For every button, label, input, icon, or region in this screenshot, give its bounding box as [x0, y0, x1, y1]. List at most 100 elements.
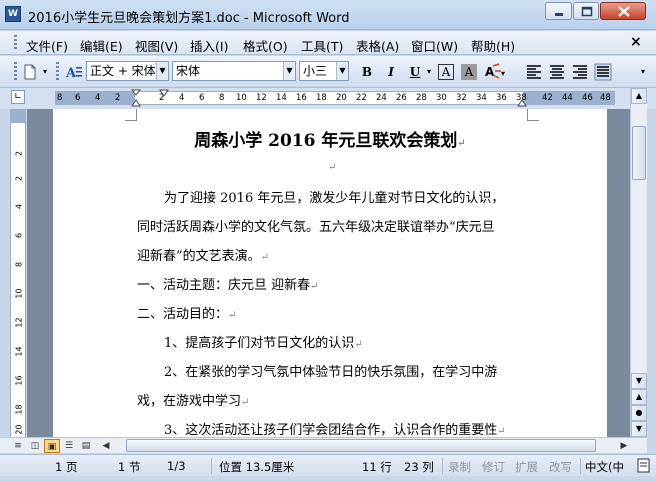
- ruler-tick-label: 24: [376, 93, 387, 103]
- first-line-indent-marker-icon[interactable]: [159, 89, 171, 99]
- menu-bar: 文件(F) 编辑(E) 视图(V) 插入(I) 格式(O) 工具(T) 表格(A…: [0, 31, 656, 55]
- ruler-tick-label: 14: [276, 93, 287, 103]
- menubar-grip[interactable]: [14, 35, 17, 51]
- ruler-tick-label: 28: [416, 93, 427, 103]
- style-value: 正文 + 宋体: [90, 64, 156, 78]
- ruler-tick-label: 6: [14, 232, 24, 239]
- chevron-down-icon[interactable]: ▼: [336, 62, 348, 80]
- status-language[interactable]: 中文(中: [585, 459, 624, 475]
- underline-options-chevron-icon[interactable]: ▾: [424, 62, 434, 82]
- scroll-down-button[interactable]: ▼: [631, 373, 647, 389]
- ruler-tick-label: 8: [219, 93, 225, 103]
- character-border-button[interactable]: A: [438, 64, 454, 80]
- horizontal-scroll-thumb[interactable]: [126, 439, 596, 452]
- ruler-tick-label: 46: [582, 93, 593, 103]
- ruler-tick-label: 8: [14, 261, 24, 268]
- scroll-up-button[interactable]: ▲: [631, 88, 647, 104]
- style-combo[interactable]: 正文 + 宋体 ▼: [86, 61, 169, 81]
- toolbar-grip-2[interactable]: [56, 62, 59, 82]
- styles-and-formatting-icon: A: [65, 66, 82, 81]
- browse-object-button[interactable]: ●: [631, 405, 647, 421]
- underline-button[interactable]: U: [405, 62, 425, 82]
- close-window-button[interactable]: [600, 2, 646, 20]
- title-bar: W 2016小学生元旦晚会策划方案1.doc - Microsoft Word: [0, 0, 656, 30]
- previous-page-button[interactable]: ▲: [631, 389, 647, 405]
- italic-button[interactable]: I: [381, 62, 401, 82]
- minimize-button[interactable]: [545, 2, 572, 20]
- ruler-tick-label: 12: [256, 93, 267, 103]
- outline-view-icon[interactable]: ☰: [61, 439, 77, 453]
- left-indent-marker-icon[interactable]: [131, 89, 143, 107]
- paragraph-line: 1、提高孩子们对节日文化的认识↵: [164, 336, 363, 351]
- ruler-tick-label: 22: [356, 93, 367, 103]
- vertical-scrollbar[interactable]: ▲ ▼ ▲ ● ▼: [630, 88, 647, 437]
- tab-selector[interactable]: ∟: [11, 90, 25, 104]
- right-indent-marker-icon[interactable]: [517, 95, 529, 107]
- menu-edit[interactable]: 编辑(E): [80, 36, 123, 55]
- maximize-button[interactable]: [573, 2, 599, 20]
- menu-file[interactable]: 文件(F): [26, 36, 68, 55]
- svg-text:▾: ▾: [501, 69, 505, 78]
- toolbar-options-chevron-icon[interactable]: ▾: [636, 62, 650, 82]
- menu-tools[interactable]: 工具(T): [301, 36, 343, 55]
- ruler-tick-label: 20: [14, 424, 24, 435]
- align-center-icon: [550, 65, 564, 79]
- document-page[interactable]: 周森小学 2016 年元旦联欢会策划↵ ↵ 为了迎接 2016 年元旦，激发少年…: [53, 109, 607, 437]
- styles-pane-icon[interactable]: A: [64, 62, 84, 82]
- normal-view-icon[interactable]: ≡: [10, 439, 26, 453]
- new-document-button[interactable]: [20, 62, 40, 82]
- status-record-macro[interactable]: 录制: [448, 459, 471, 475]
- horizontal-ruler[interactable]: 8 6 4 2 2 4 6 8 10 12 14 16 18 20 22 24 …: [55, 89, 615, 107]
- align-left-button[interactable]: [524, 62, 544, 82]
- word-app-icon[interactable]: W: [5, 6, 21, 22]
- bold-button[interactable]: B: [357, 62, 377, 82]
- text-effects-icon: A ▾: [485, 63, 505, 79]
- justify-icon: [594, 63, 612, 81]
- ruler-tick-label: 16: [14, 375, 24, 386]
- ruler-tick-label: 4: [14, 203, 24, 210]
- align-right-icon: [573, 65, 587, 79]
- align-center-button[interactable]: [547, 62, 567, 82]
- paragraph-line: 二、活动目的：↵: [137, 307, 237, 322]
- menu-view[interactable]: 视图(V): [135, 36, 178, 55]
- menu-table[interactable]: 表格(A): [356, 36, 399, 55]
- print-layout-icon[interactable]: ▣: [44, 439, 60, 453]
- document-area[interactable]: 周森小学 2016 年元旦联欢会策划↵ ↵ 为了迎接 2016 年元旦，激发少年…: [27, 109, 630, 437]
- paragraph-line: 3、这次活动还让孩子们学会团结合作，认识合作的重要性↵: [164, 423, 506, 437]
- margin-corner-mark: [527, 109, 539, 121]
- toolbar-overflow-chevron-icon[interactable]: ▾: [40, 62, 50, 82]
- status-track-changes[interactable]: 修订: [482, 459, 505, 475]
- text-effects-button[interactable]: A ▾: [483, 62, 509, 82]
- ruler-tick-label: 6: [199, 93, 205, 103]
- svg-text:A: A: [65, 66, 77, 81]
- vertical-scroll-thumb[interactable]: [632, 126, 646, 180]
- menu-insert[interactable]: 插入(I): [190, 36, 228, 55]
- font-size-combo[interactable]: 小三 ▼: [299, 61, 349, 81]
- font-combo[interactable]: 宋体 ▼: [172, 61, 296, 81]
- status-overtype[interactable]: 改写: [549, 459, 572, 475]
- chevron-down-icon[interactable]: ▼: [283, 62, 295, 80]
- maximize-icon: [581, 6, 593, 17]
- menu-window[interactable]: 窗口(W): [411, 36, 458, 55]
- next-page-button[interactable]: ▼: [631, 421, 647, 437]
- menu-format[interactable]: 格式(O): [243, 36, 288, 55]
- ruler-tick-label: 30: [436, 93, 447, 103]
- web-layout-icon[interactable]: ◫: [27, 439, 43, 453]
- justify-button[interactable]: [593, 62, 613, 82]
- character-shading-button[interactable]: A: [461, 64, 477, 80]
- reading-layout-icon[interactable]: ▤: [78, 439, 94, 453]
- ruler-tick-label: 32: [456, 93, 467, 103]
- horizontal-scrollbar[interactable]: ≡ ◫ ▣ ☰ ▤ ◀ ▶: [0, 437, 647, 453]
- spelling-status-icon[interactable]: [637, 458, 651, 474]
- toolbar-grip[interactable]: [14, 62, 17, 82]
- status-position: 位置 13.5厘米: [219, 460, 295, 474]
- menu-help[interactable]: 帮助(H): [471, 36, 515, 55]
- status-extend-selection[interactable]: 扩展: [515, 459, 538, 475]
- align-right-button[interactable]: [570, 62, 590, 82]
- scroll-left-button[interactable]: ◀: [98, 439, 114, 453]
- close-document-button[interactable]: ×: [630, 34, 642, 50]
- ruler-tick-label: 2: [14, 175, 24, 182]
- vertical-ruler[interactable]: 2 2 4 6 8 10 12 14 16 18 20: [10, 109, 26, 437]
- chevron-down-icon[interactable]: ▼: [156, 62, 168, 80]
- scroll-right-button[interactable]: ▶: [616, 439, 632, 453]
